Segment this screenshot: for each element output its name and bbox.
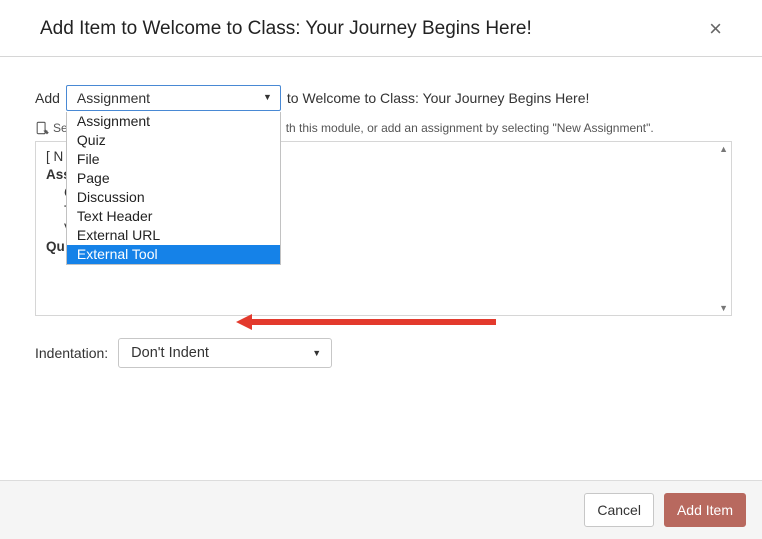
opt-external-url[interactable]: External URL: [67, 226, 280, 245]
opt-quiz[interactable]: Quiz: [67, 131, 280, 150]
annotation-arrow: [236, 314, 496, 330]
add-trailing-text: to Welcome to Class: Your Journey Begins…: [287, 90, 589, 106]
opt-file[interactable]: File: [67, 150, 280, 169]
modal-title: Add Item to Welcome to Class: Your Journ…: [40, 18, 532, 40]
opt-discussion[interactable]: Discussion: [67, 188, 280, 207]
scroll-down-icon[interactable]: ▼: [719, 303, 728, 313]
item-type-dropdown[interactable]: Assignment Quiz File Page Discussion Tex…: [66, 112, 281, 265]
opt-page[interactable]: Page: [67, 169, 280, 188]
opt-assignment[interactable]: Assignment: [67, 112, 280, 131]
indentation-select[interactable]: Don't Indent: [118, 338, 332, 368]
item-type-select[interactable]: Assignment: [66, 85, 281, 111]
hint-rest: th this module, or add an assignment by …: [286, 121, 654, 135]
close-icon[interactable]: ×: [709, 18, 722, 40]
opt-text-header[interactable]: Text Header: [67, 207, 280, 226]
scroll-up-icon[interactable]: ▲: [719, 144, 728, 154]
add-item-button[interactable]: Add Item: [664, 493, 746, 527]
indentation-label: Indentation:: [35, 345, 108, 361]
assignment-icon: [35, 121, 49, 135]
cancel-button[interactable]: Cancel: [584, 493, 654, 527]
opt-external-tool[interactable]: External Tool: [67, 245, 280, 264]
add-label: Add: [35, 90, 60, 106]
